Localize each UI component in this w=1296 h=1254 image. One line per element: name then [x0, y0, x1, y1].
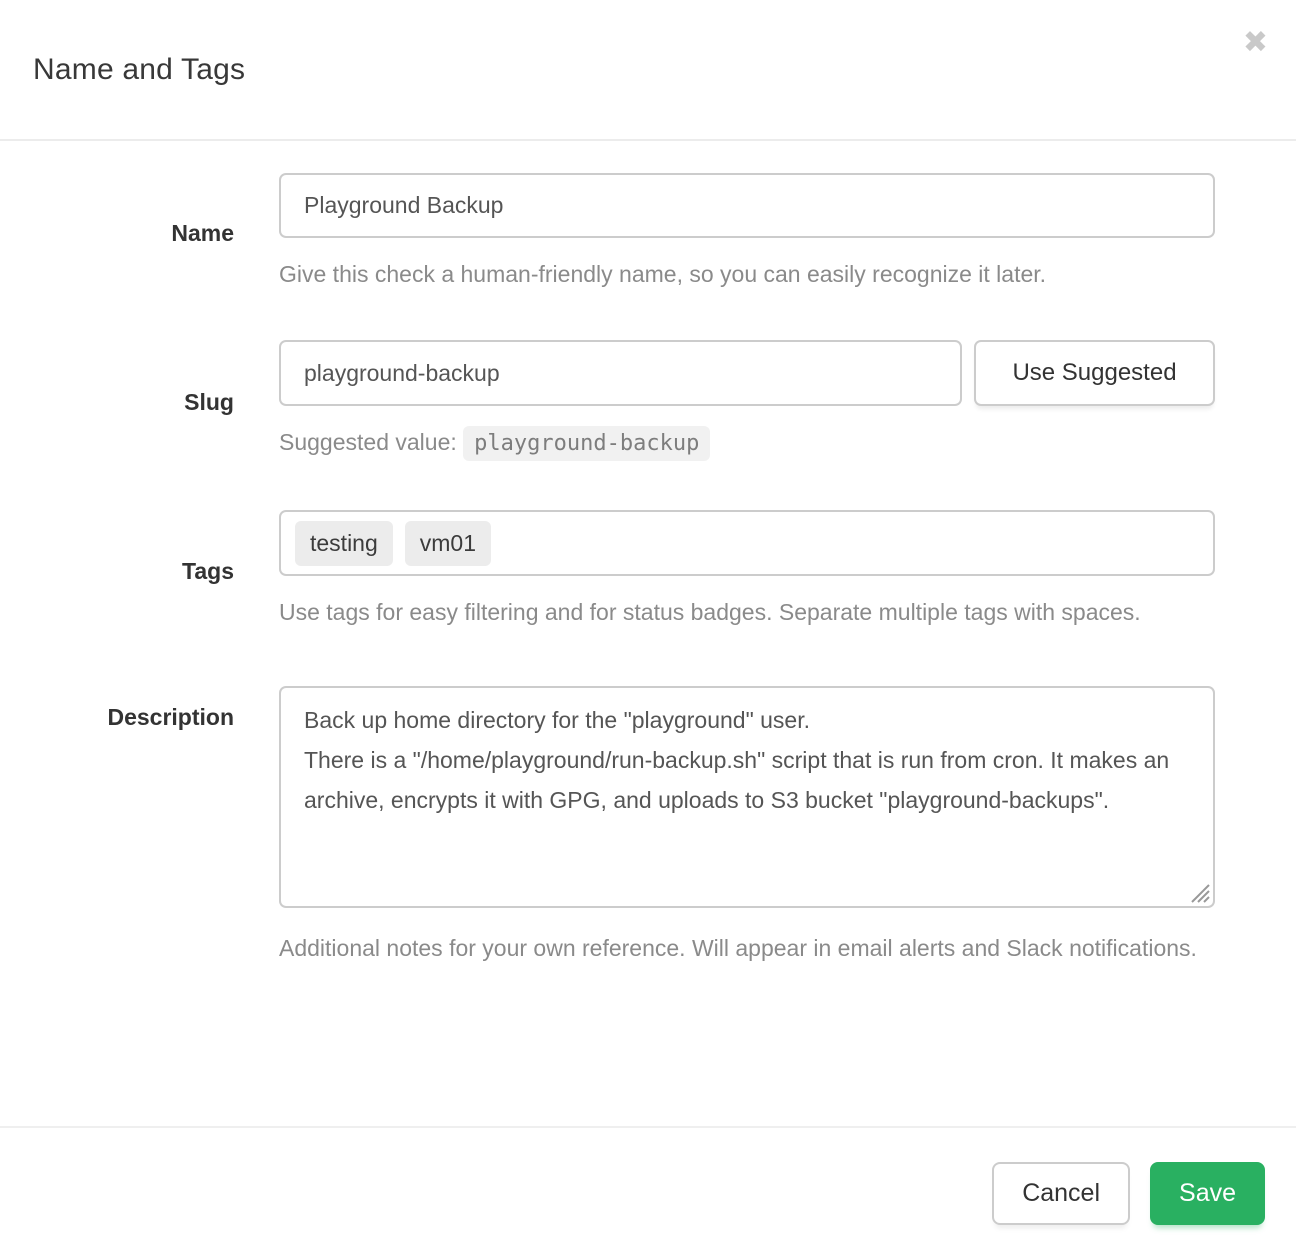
cancel-button[interactable]: Cancel [992, 1162, 1130, 1225]
tag-chip[interactable]: vm01 [405, 521, 491, 566]
slug-suggested-line: Suggested value: playground-backup [279, 422, 1215, 464]
name-label: Name [33, 220, 279, 247]
slug-label: Slug [33, 389, 279, 416]
tags-field-group: Tags testing vm01 Use tags for easy filt… [33, 510, 1215, 632]
description-control: Back up home directory for the "playgrou… [279, 686, 1215, 968]
tags-label: Tags [33, 558, 279, 585]
description-label: Description [33, 704, 279, 731]
tags-input[interactable]: testing vm01 [279, 510, 1215, 576]
resize-handle-icon[interactable] [1188, 881, 1210, 903]
name-and-tags-modal: Name and Tags ✖ Name Give this check a h… [0, 0, 1296, 1254]
description-textarea[interactable]: Back up home directory for the "playgrou… [279, 686, 1215, 908]
description-field-group: Description Back up home directory for t… [33, 686, 1215, 968]
slug-input-row: Use Suggested [279, 340, 1215, 406]
description-help-text: Additional notes for your own reference.… [279, 928, 1215, 968]
modal-footer: Cancel Save [0, 1126, 1296, 1254]
tags-help-text: Use tags for easy filtering and for stat… [279, 592, 1215, 632]
tags-control: testing vm01 Use tags for easy filtering… [279, 510, 1215, 632]
slug-control: Use Suggested Suggested value: playgroun… [279, 340, 1215, 464]
description-textarea-wrap: Back up home directory for the "playgrou… [279, 686, 1215, 908]
name-field-group: Name Give this check a human-friendly na… [33, 173, 1215, 294]
use-suggested-button[interactable]: Use Suggested [974, 340, 1215, 406]
slug-field-group: Slug Use Suggested Suggested value: play… [33, 340, 1215, 464]
slug-input[interactable] [279, 340, 962, 406]
name-help-text: Give this check a human-friendly name, s… [279, 254, 1215, 294]
modal-body: Name Give this check a human-friendly na… [0, 141, 1296, 1126]
name-input[interactable] [279, 173, 1215, 238]
modal-title: Name and Tags [33, 53, 245, 87]
tag-chip[interactable]: testing [295, 521, 393, 566]
name-control: Give this check a human-friendly name, s… [279, 173, 1215, 294]
slug-suggested-value: playground-backup [463, 426, 710, 461]
slug-suggested-prefix: Suggested value: [279, 429, 457, 455]
modal-header: Name and Tags ✖ [0, 0, 1296, 141]
save-button[interactable]: Save [1150, 1162, 1265, 1225]
close-icon[interactable]: ✖ [1243, 28, 1268, 58]
